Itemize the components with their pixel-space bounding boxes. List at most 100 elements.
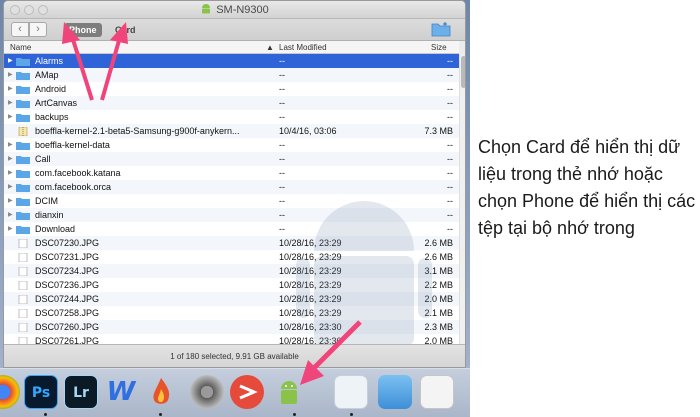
file-modified: -- <box>279 112 285 122</box>
title-bar[interactable]: SM-N9300 <box>4 1 465 19</box>
caption-text: Chọn Card để hiển thị dữ liệu trong thẻ … <box>478 137 696 238</box>
file-size: -- <box>447 196 453 206</box>
file-row[interactable]: ▶ ArtCanvas -- -- <box>4 96 459 110</box>
dock: Ps Lr W <box>0 368 470 417</box>
file-row[interactable]: ▶ com.facebook.katana -- -- <box>4 166 459 180</box>
file-row[interactable]: ▶ AMap -- -- <box>4 68 459 82</box>
file-row[interactable]: boeffla-kernel-2.1-beta5-Samsung-g900f-a… <box>4 124 459 138</box>
file-modified: 10/28/16, 23:29 <box>279 266 342 276</box>
file-row[interactable]: DSC07236.JPG 10/28/16, 23:29 2.2 MB <box>4 278 459 292</box>
file-row[interactable]: DSC07261.JPG 10/28/16, 23:30 2.0 MB <box>4 334 459 344</box>
file-modified: -- <box>279 154 285 164</box>
tab-card[interactable]: Card <box>111 23 140 37</box>
document-icon[interactable] <box>334 375 368 409</box>
file-name: com.facebook.katana <box>35 168 121 178</box>
file-row[interactable]: ▶ Alarms -- -- <box>4 54 459 68</box>
new-folder-button[interactable] <box>431 21 451 37</box>
file-icon <box>18 239 28 248</box>
scroll-thumb[interactable] <box>461 56 465 88</box>
column-name[interactable]: Name <box>10 43 31 52</box>
word-icon[interactable]: W <box>104 375 138 409</box>
file-icon <box>18 267 28 276</box>
running-indicator <box>159 413 162 416</box>
file-row[interactable]: ▶ dianxin -- -- <box>4 208 459 222</box>
file-name: boeffla-kernel-data <box>35 140 110 150</box>
disclosure-triangle-icon[interactable]: ▶ <box>8 180 13 194</box>
forward-button[interactable]: › <box>29 22 47 37</box>
folder-icon <box>16 58 30 66</box>
file-row[interactable]: ▶ Android -- -- <box>4 82 459 96</box>
disclosure-triangle-icon[interactable]: ▶ <box>8 82 13 96</box>
folder-icon <box>16 142 30 150</box>
disclosure-triangle-icon[interactable]: ▶ <box>8 138 13 152</box>
file-name: DSC07230.JPG <box>35 238 100 248</box>
file-row[interactable]: DSC07258.JPG 10/28/16, 23:29 2.1 MB <box>4 306 459 320</box>
vertical-scrollbar[interactable] <box>459 54 465 344</box>
file-size: -- <box>447 56 453 66</box>
dock-icon-label: W <box>106 377 136 407</box>
disclosure-triangle-icon[interactable]: ▶ <box>8 96 13 110</box>
file-modified: -- <box>279 168 285 178</box>
file-name: Call <box>35 154 51 164</box>
status-bar: 1 of 180 selected, 9.91 GB available <box>4 344 465 367</box>
file-row[interactable]: DSC07260.JPG 10/28/16, 23:30 2.3 MB <box>4 320 459 334</box>
file-size: -- <box>447 112 453 122</box>
photoshop-icon[interactable]: Ps <box>24 375 58 409</box>
window-title: SM-N9300 <box>4 3 465 17</box>
folder-icon <box>16 156 30 164</box>
back-button[interactable]: ‹ <box>11 22 29 37</box>
disclosure-triangle-icon[interactable]: ▶ <box>8 208 13 222</box>
screenshot-icon[interactable] <box>420 375 454 409</box>
disclosure-triangle-icon[interactable]: ▶ <box>8 152 13 166</box>
file-row[interactable]: DSC07234.JPG 10/28/16, 23:29 3.1 MB <box>4 264 459 278</box>
system-preferences-icon[interactable] <box>190 375 224 409</box>
folder-icon <box>16 226 30 234</box>
window-title-text: SM-N9300 <box>216 3 269 16</box>
file-modified: -- <box>279 70 285 80</box>
file-row[interactable]: DSC07244.JPG 10/28/16, 23:29 2.0 MB <box>4 292 459 306</box>
folder-icon <box>16 86 30 94</box>
file-size: -- <box>447 182 453 192</box>
file-row[interactable]: DSC07230.JPG 10/28/16, 23:29 2.6 MB <box>4 236 459 250</box>
file-row[interactable]: ▶ boeffla-kernel-data -- -- <box>4 138 459 152</box>
folder-icon <box>16 100 30 108</box>
file-row[interactable]: ▶ DCIM -- -- <box>4 194 459 208</box>
disclosure-triangle-icon[interactable]: ▶ <box>8 54 13 68</box>
file-size: 2.6 MB <box>424 252 453 262</box>
file-row[interactable]: ▶ Call -- -- <box>4 152 459 166</box>
disclosure-triangle-icon[interactable]: ▶ <box>8 194 13 208</box>
folder-icon[interactable] <box>378 375 412 409</box>
lightroom-icon[interactable]: Lr <box>64 375 98 409</box>
file-modified: -- <box>279 84 285 94</box>
file-name: DSC07258.JPG <box>35 308 100 318</box>
android-file-transfer-icon[interactable] <box>272 375 306 409</box>
file-row[interactable]: ▶ Download -- -- <box>4 222 459 236</box>
column-size[interactable]: Size <box>431 43 447 52</box>
file-modified: -- <box>279 140 285 150</box>
file-modified: -- <box>279 98 285 108</box>
file-row[interactable]: ▶ com.facebook.orca -- -- <box>4 180 459 194</box>
zip-file-icon <box>18 127 28 136</box>
mindnode-icon[interactable] <box>230 375 264 409</box>
file-size: 2.6 MB <box>424 238 453 248</box>
file-size: -- <box>447 210 453 220</box>
file-modified: -- <box>279 56 285 66</box>
file-row[interactable]: DSC07231.JPG 10/28/16, 23:29 2.6 MB <box>4 250 459 264</box>
new-folder-icon <box>431 22 451 37</box>
disclosure-triangle-icon[interactable]: ▶ <box>8 68 13 82</box>
tab-phone[interactable]: Phone <box>64 23 102 37</box>
file-size: 2.0 MB <box>424 294 453 304</box>
file-name: Alarms <box>35 56 64 66</box>
chrome-icon[interactable] <box>0 375 20 409</box>
column-last-modified[interactable]: Last Modified <box>279 43 327 52</box>
running-indicator <box>350 413 353 416</box>
file-row[interactable]: ▶ backups -- -- <box>4 110 459 124</box>
folder-icon <box>16 184 30 192</box>
file-icon <box>18 281 28 290</box>
file-list: ▶ Alarms -- -- ▶ AMap -- -- ▶ Android -- -- ▶ ArtCanv… <box>4 54 459 344</box>
disclosure-triangle-icon[interactable]: ▶ <box>8 166 13 180</box>
disclosure-triangle-icon[interactable]: ▶ <box>8 222 13 236</box>
flame-app-icon[interactable] <box>144 375 178 409</box>
disclosure-triangle-icon[interactable]: ▶ <box>8 110 13 124</box>
file-modified: 10/28/16, 23:30 <box>279 336 342 344</box>
